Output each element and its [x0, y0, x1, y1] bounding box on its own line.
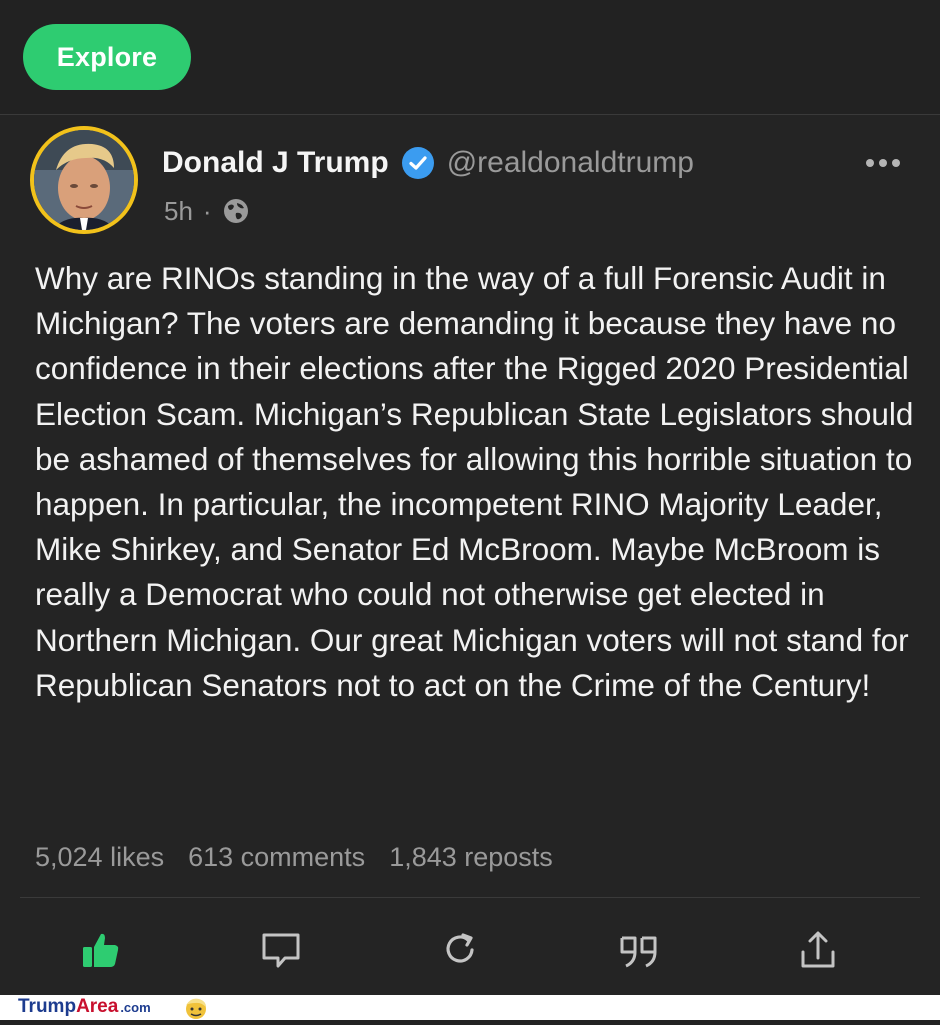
meta-separator: ·	[202, 195, 212, 226]
avatar-portrait	[34, 130, 134, 230]
author-row: Donald J Trump @realdonaldtrump	[162, 140, 694, 186]
watermark-face-icon	[183, 996, 209, 1020]
explore-label: Explore	[56, 41, 158, 72]
explore-button[interactable]: Explore	[23, 24, 191, 90]
post-body: Why are RINOs standing in the way of a f…	[35, 260, 914, 703]
avatar[interactable]	[30, 126, 138, 234]
like-icon[interactable]	[79, 928, 123, 972]
actions-divider	[20, 897, 920, 898]
verified-badge-icon	[401, 146, 435, 180]
watermark-logo: Trump Area .com	[18, 996, 151, 1020]
watermark-part-1: Trump	[18, 996, 77, 1017]
top-bar: Explore	[0, 0, 940, 115]
likes-count[interactable]: 5,024 likes	[35, 842, 164, 873]
globe-icon	[222, 197, 250, 225]
watermark-part-2: Area	[76, 996, 119, 1017]
author-name[interactable]: Donald J Trump	[162, 146, 389, 180]
post-stats: 5,024 likes 613 comments 1,843 reposts	[35, 837, 553, 877]
post-time: 5h	[164, 195, 193, 226]
repost-icon[interactable]	[438, 928, 482, 972]
comment-icon[interactable]	[259, 928, 303, 972]
post-meta: 5h ·	[164, 193, 250, 229]
more-options-icon[interactable]	[862, 150, 904, 176]
quote-icon[interactable]	[617, 928, 661, 972]
reposts-count[interactable]: 1,843 reposts	[389, 842, 553, 873]
author-handle[interactable]: @realdonaldtrump	[447, 146, 694, 180]
comments-count[interactable]: 613 comments	[188, 842, 365, 873]
share-icon[interactable]	[796, 928, 840, 972]
watermark-part-3: .com	[120, 1000, 151, 1015]
